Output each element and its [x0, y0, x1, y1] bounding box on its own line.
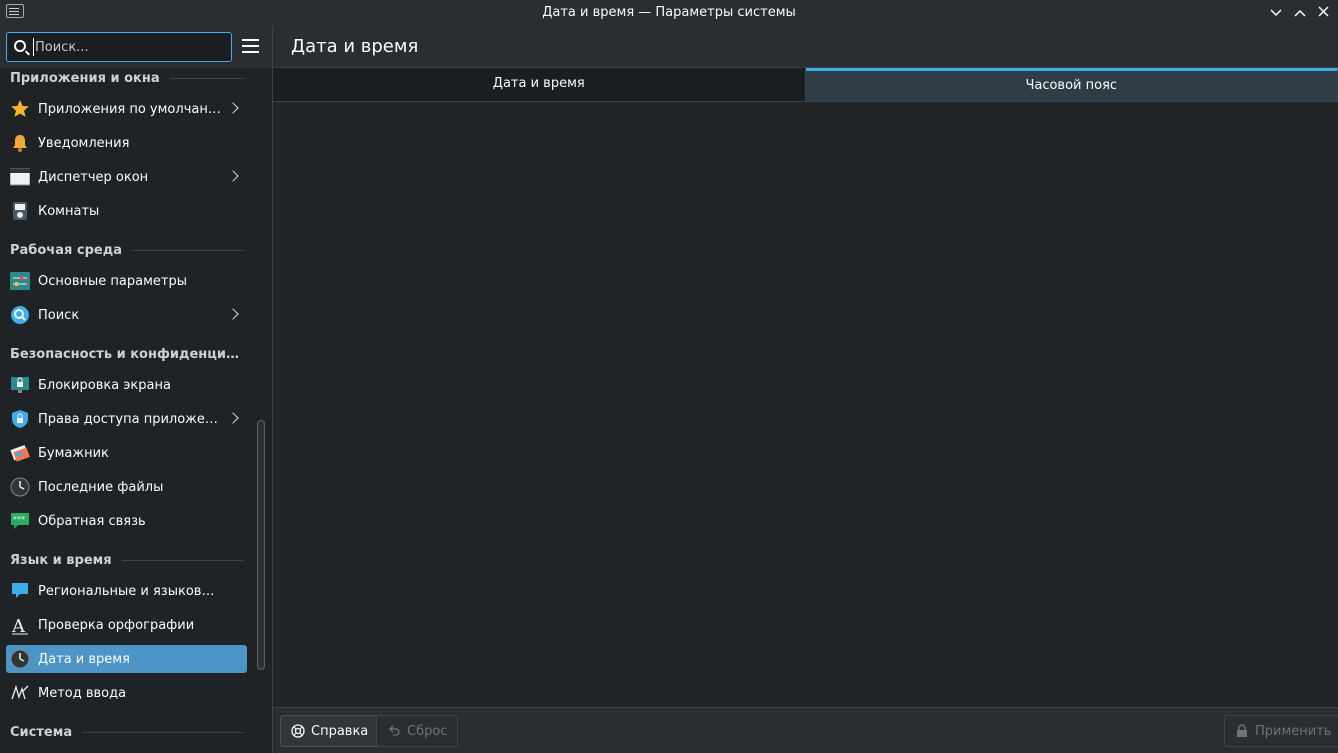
sidebar-item-notifications[interactable]: Уведомления [6, 129, 247, 157]
input-method-icon [10, 683, 30, 703]
reset-button-label: Сброс [407, 723, 448, 739]
apply-button-label: Применить [1255, 723, 1332, 739]
search-globe-icon [10, 305, 30, 325]
sidebar-item-recent-files[interactable]: Последние файлы [6, 473, 247, 501]
sidebar-item-search[interactable]: Поиск [6, 301, 247, 329]
sidebar-item-app-permissions[interactable]: Права доступа приложений [6, 405, 247, 433]
section-header-security-privacy: Безопасность и конфиденциальность [10, 346, 244, 362]
shield-lock-icon [10, 409, 30, 429]
chevron-right-icon [227, 308, 239, 320]
lock-screen-icon [10, 375, 30, 395]
lock-icon [1235, 724, 1249, 738]
region-flag-icon [10, 581, 30, 601]
sidebar-nav: Приложения и окна Приложения по умолчани… [0, 68, 254, 753]
settings-sliders-icon [10, 271, 30, 291]
page-title: Дата и время [291, 36, 419, 57]
sidebar-item-default-apps[interactable]: Приложения по умолчанию [6, 95, 247, 123]
tab-content-area [273, 103, 1338, 707]
chevron-right-icon [227, 412, 239, 424]
chevron-down-icon [1270, 9, 1282, 17]
window-icon [9, 167, 31, 187]
help-button[interactable]: Справка [280, 715, 380, 747]
tab-date-time[interactable]: Дата и время [273, 68, 806, 101]
star-icon [10, 99, 30, 119]
tab-time-zone[interactable]: Часовой пояс [805, 68, 1338, 101]
hamburger-menu-icon[interactable] [242, 39, 259, 53]
footer-bar: Справка Сброс Применить [273, 707, 1338, 753]
chevron-right-icon [227, 102, 239, 114]
main-header: Дата и время [273, 26, 1338, 68]
sidebar-item-activities[interactable]: Комнаты [6, 197, 247, 225]
close-icon [1317, 6, 1329, 17]
sidebar-item-spell-check[interactable]: A Проверка орфографии [6, 611, 247, 639]
feedback-icon: *** [10, 511, 30, 531]
tab-bar: Дата и время Часовой пояс [273, 68, 1338, 102]
sidebar-item-wallet[interactable]: Бумажник [6, 439, 247, 467]
bell-icon [10, 133, 30, 153]
maximize-button[interactable] [1290, 3, 1310, 23]
reset-button[interactable]: Сброс [376, 715, 459, 747]
sidebar-item-general-behavior[interactable]: Основные параметры [6, 267, 247, 295]
sidebar: Приложения и окна Приложения по умолчани… [0, 26, 272, 753]
help-icon [291, 724, 305, 738]
svg-text:***: *** [13, 515, 25, 524]
section-header-apps-windows: Приложения и окна [10, 68, 244, 88]
minimize-button[interactable] [1266, 3, 1286, 23]
apply-button[interactable]: Применить [1224, 715, 1338, 747]
sidebar-item-feedback[interactable]: *** Обратная связь [6, 507, 247, 535]
chevron-up-icon [1294, 9, 1306, 17]
section-header-language-time: Язык и время [10, 550, 244, 570]
clock-icon [10, 649, 30, 669]
section-header-workspace: Рабочая среда [10, 240, 244, 260]
help-button-label: Справка [311, 723, 369, 739]
sidebar-item-region-language[interactable]: Региональные и языковые параметры [6, 577, 247, 605]
search-icon [14, 40, 26, 52]
sidebar-item-input-method[interactable]: Метод ввода [6, 679, 247, 707]
sidebar-item-window-manager[interactable]: Диспетчер окон [6, 163, 247, 191]
search-row [0, 26, 272, 68]
chevron-right-icon [227, 170, 239, 182]
activities-icon [10, 201, 30, 221]
search-input[interactable] [33, 38, 223, 56]
spellcheck-icon: A [10, 615, 30, 637]
sidebar-scrollbar[interactable] [257, 420, 265, 670]
wallet-icon [10, 443, 30, 463]
window-title: Дата и время — Параметры системы [542, 5, 796, 20]
undo-icon [387, 724, 401, 738]
sidebar-item-date-time[interactable]: Дата и время [6, 645, 247, 673]
clock-history-icon [10, 477, 30, 497]
section-header-system: Система [10, 722, 244, 742]
close-button[interactable] [1313, 3, 1333, 23]
sidebar-item-screen-locking[interactable]: Блокировка экрана [6, 371, 247, 399]
search-field[interactable] [6, 32, 232, 62]
svg-text:A: A [11, 616, 26, 635]
window-titlebar: Дата и время — Параметры системы [0, 0, 1338, 26]
